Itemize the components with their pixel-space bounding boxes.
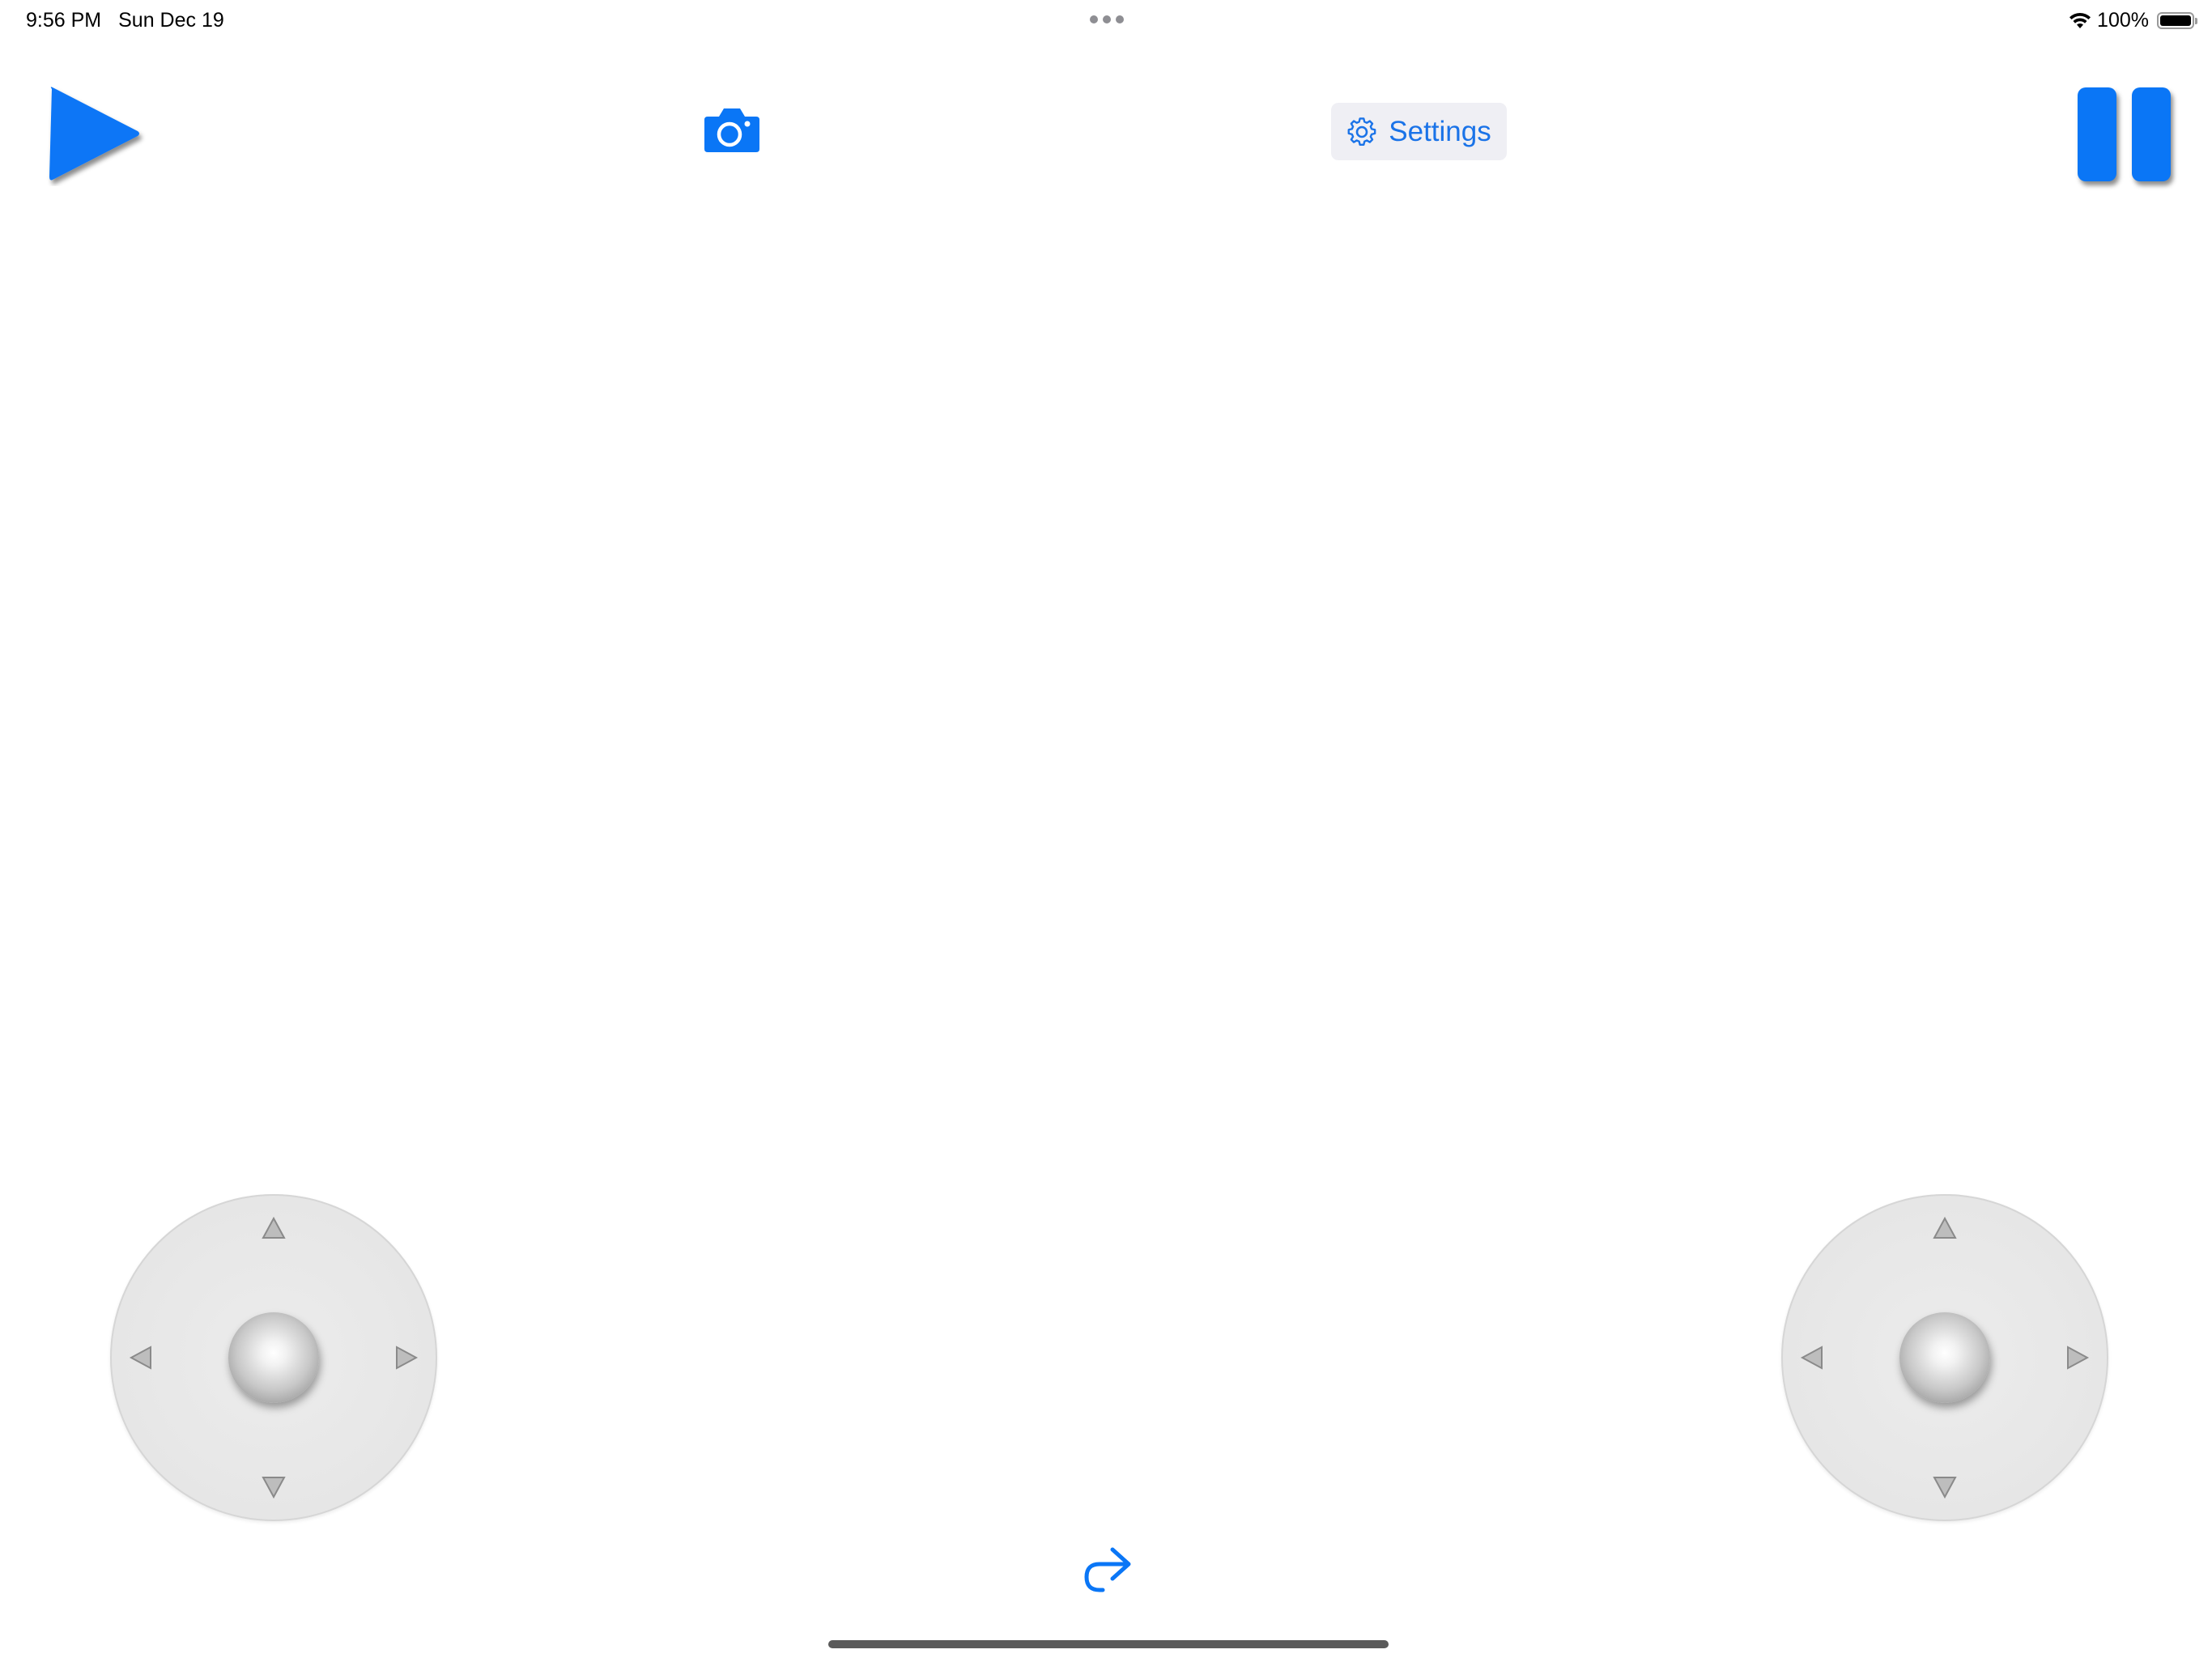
status-bar-right: 100%	[2068, 6, 2197, 34]
multitasking-dots-icon[interactable]	[1090, 15, 1124, 23]
joystick-up-arrow-icon[interactable]	[1932, 1215, 1958, 1241]
home-indicator[interactable]	[828, 1640, 1389, 1648]
pause-bar-right	[2132, 87, 2171, 181]
redo-arrow-icon	[1084, 1547, 1131, 1592]
redo-button[interactable]	[1080, 1541, 1135, 1596]
joystick-left-arrow-icon[interactable]	[128, 1345, 154, 1371]
play-button[interactable]	[42, 81, 147, 186]
battery-fill	[2160, 15, 2191, 26]
wifi-icon	[2068, 11, 2092, 30]
dot	[1116, 15, 1124, 23]
joystick-knob[interactable]	[228, 1312, 319, 1403]
joystick-right-arrow-icon[interactable]	[2065, 1345, 2091, 1371]
screen: 9:56 PM Sun Dec 19 100% Settings	[0, 0, 2212, 1658]
dot	[1103, 15, 1111, 23]
battery-icon	[2157, 11, 2197, 29]
joystick-knob[interactable]	[1899, 1312, 1990, 1403]
left-joystick[interactable]	[110, 1194, 437, 1521]
settings-label: Settings	[1389, 115, 1491, 147]
pause-button[interactable]	[2078, 84, 2183, 189]
joystick-down-arrow-icon[interactable]	[1932, 1474, 1958, 1500]
camera-button[interactable]	[703, 105, 761, 155]
settings-button[interactable]: Settings	[1331, 103, 1507, 160]
joystick-down-arrow-icon[interactable]	[261, 1474, 287, 1500]
battery-nub	[2195, 17, 2197, 24]
status-date: Sun Dec 19	[118, 8, 224, 32]
camera-icon	[704, 108, 759, 152]
joystick-right-arrow-icon[interactable]	[393, 1345, 419, 1371]
gear-icon	[1346, 117, 1377, 147]
right-joystick[interactable]	[1781, 1194, 2108, 1521]
status-time: 9:56 PM	[26, 8, 102, 32]
joystick-up-arrow-icon[interactable]	[261, 1215, 287, 1241]
status-bar-left: 9:56 PM Sun Dec 19	[26, 6, 224, 34]
pause-bar-left	[2078, 87, 2116, 181]
play-icon	[49, 87, 139, 181]
joystick-left-arrow-icon[interactable]	[1799, 1345, 1825, 1371]
battery-percentage: 100%	[2097, 8, 2149, 32]
dot	[1090, 15, 1098, 23]
